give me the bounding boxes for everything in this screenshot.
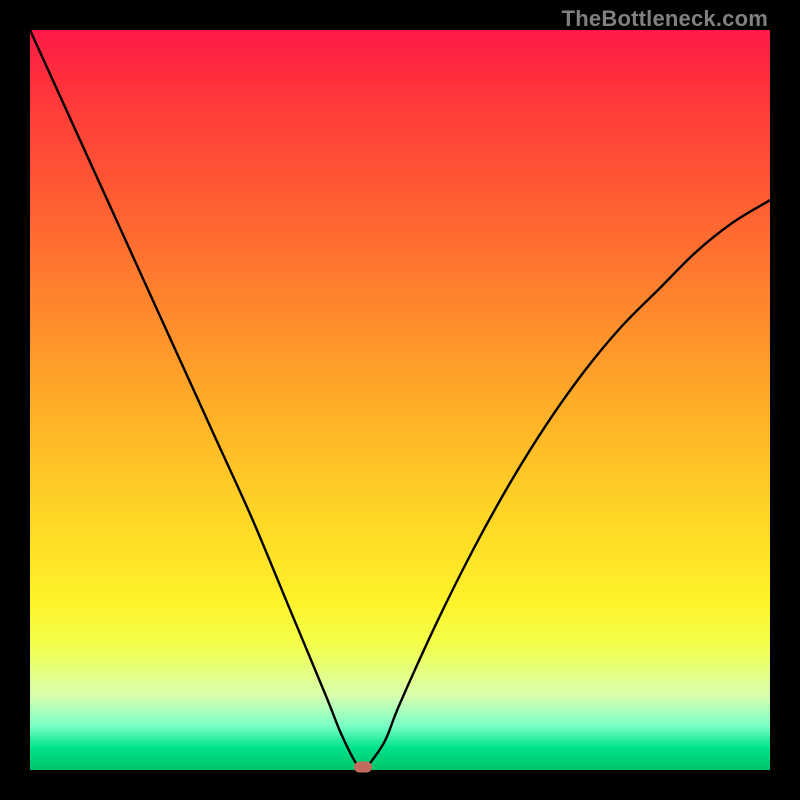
plot-area bbox=[30, 30, 770, 770]
minimum-marker bbox=[354, 762, 372, 773]
frame: TheBottleneck.com bbox=[0, 0, 800, 800]
bottleneck-curve bbox=[30, 30, 770, 770]
watermark-text: TheBottleneck.com bbox=[562, 6, 768, 32]
curve-svg bbox=[30, 30, 770, 770]
